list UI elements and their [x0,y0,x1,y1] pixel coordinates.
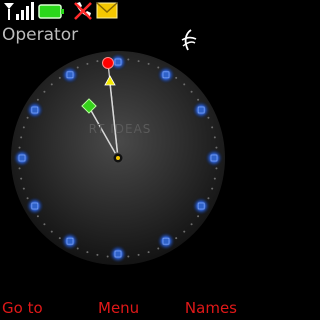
menu-softkey[interactable]: Menu [98,298,139,318]
minute-tick [157,247,160,250]
minute-tick [211,126,214,129]
minute-tick [18,146,21,149]
minute-tick [137,253,140,256]
hour-marker [210,154,218,162]
minute-tick [127,255,130,258]
hour-marker [114,58,122,66]
minute-tick [175,237,178,240]
minute-tick [215,146,218,149]
minute-tick [213,136,216,139]
minute-tick [190,90,193,93]
rt-ideas-watermark: RT IDEAS [88,122,152,136]
minute-tick [50,83,53,86]
clock-center-dot [116,156,120,160]
minute-tick [190,223,193,226]
minute-tick [183,230,186,233]
minute-tick [211,187,214,190]
minute-tick [106,255,109,258]
hour-marker [114,250,122,258]
minute-tick [157,66,160,69]
minute-tick [58,237,61,240]
minute-tick [22,126,25,129]
minute-tick [58,76,61,79]
hour-marker [197,202,205,210]
minute-tick [43,90,46,93]
minute-tick [26,197,29,200]
battery-full-icon [38,4,64,19]
minute-tick [96,253,99,256]
minute-tick [213,177,216,180]
hour-marker [66,237,74,245]
analog-clock [11,51,225,265]
minute-tick [175,76,178,79]
minute-tick [96,60,99,63]
goto-softkey[interactable]: Go to [2,298,43,318]
minute-tick [147,251,150,254]
hour-marker [31,202,39,210]
hour-marker [31,106,39,114]
minute-tick [215,167,218,170]
envelope-icon [96,2,118,19]
minute-tick [197,215,200,218]
minute-tick [20,177,23,180]
minute-tick [18,167,21,170]
minute-tick [127,58,130,61]
minute-tick [207,197,210,200]
minute-tick [137,60,140,63]
hour-marker [66,71,74,79]
minute-tick [22,187,25,190]
second-hand-tip [102,57,114,69]
minute-tick [43,223,46,226]
signal-bars-icon [4,2,34,20]
minute-tick [86,251,89,254]
minute-tick [26,116,29,119]
minute-tick [207,116,210,119]
minute-tick [76,66,79,69]
minute-tick [197,98,200,101]
minute-tick [76,247,79,250]
minute-tick [20,136,23,139]
phone-idle-screen: Operator RT IDEAS Go to Menu Names [0,0,240,320]
hour-marker [18,154,26,162]
hour-marker [162,71,170,79]
minute-tick [50,230,53,233]
silent-profile-icon [74,2,92,20]
minute-tick [183,83,186,86]
minute-tick [86,62,89,65]
status-bar [0,0,240,24]
minute-tick [36,98,39,101]
hour-marker [162,237,170,245]
minute-tick [36,215,39,218]
hour-marker [197,106,205,114]
minute-tick [147,62,150,65]
names-softkey[interactable]: Names [185,298,237,318]
